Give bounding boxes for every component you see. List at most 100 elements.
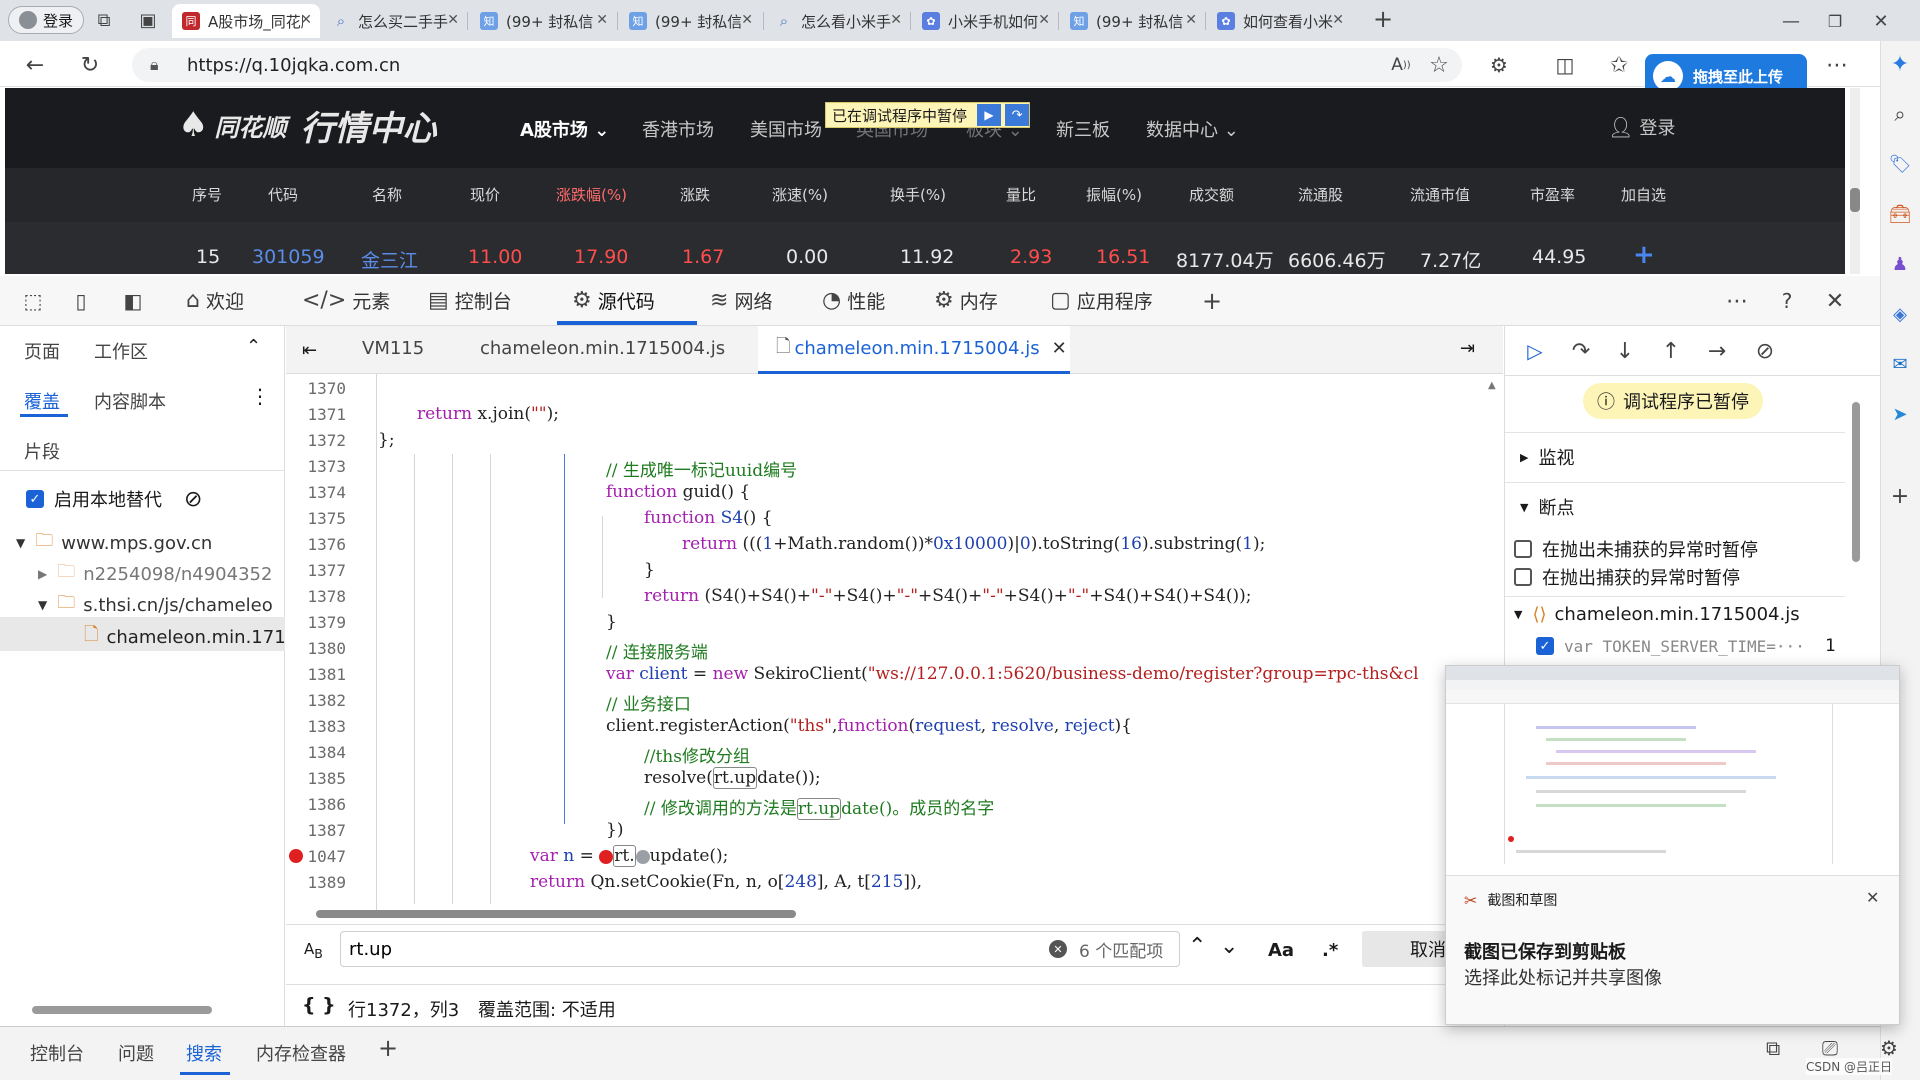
tree-item[interactable]: ▼ 🗀︎ www.mps.gov.cn <box>16 528 212 558</box>
next-match-icon[interactable]: ⌄ <box>1220 934 1238 959</box>
find-input-box[interactable]: ✕ 6 个匹配项 <box>340 931 1180 967</box>
col-amplitude[interactable]: 振幅(%) <box>1086 184 1142 205</box>
refresh-icon[interactable]: ↻ <box>73 48 107 82</box>
tools-icon[interactable]: 🧰︎ <box>1884 198 1916 230</box>
col-float-shares[interactable]: 流通股 <box>1298 184 1343 205</box>
tree-item[interactable]: ▼ 🗀︎ s.thsi.cn/js/chameleo <box>38 590 283 620</box>
scroll-up-icon[interactable]: ▲ <box>1488 380 1496 391</box>
override-checkbox[interactable]: ✓ <box>26 490 44 508</box>
drawer-tab-search[interactable]: 搜索 <box>186 1040 222 1066</box>
tab-application[interactable]: ▢ 应用程序 <box>1050 287 1153 314</box>
close-devtools-icon[interactable]: ✕ <box>1820 286 1850 316</box>
tab-memory[interactable]: ⚙ 内存 <box>934 287 998 314</box>
row-code[interactable]: 301059 <box>252 246 325 268</box>
site-login[interactable]: 👤︎ 登录 <box>1608 114 1675 140</box>
tab-console[interactable]: ▤ 控制台 <box>428 287 512 314</box>
replace-toggle-icon[interactable]: AB <box>304 940 323 961</box>
breakpoint-file[interactable]: ▼ ⟨⟩ chameleon.min.1715004.js <box>1514 604 1800 625</box>
regex-button[interactable]: .* <box>1322 940 1338 961</box>
tree-item[interactable]: ▶ 🗀︎ n2254098/n4904352 <box>38 559 272 589</box>
breakpoint-entry[interactable]: ✓ var TOKEN_SERVER_TIME=··· 1 <box>1536 636 1836 656</box>
back-icon[interactable]: ← <box>18 48 52 82</box>
site-logo[interactable]: ♠ 同花顺 行情中心 <box>178 100 436 150</box>
tab-elements[interactable]: </> 元素 <box>302 287 390 314</box>
tab-sources[interactable]: ⚙ 源代码 <box>572 287 655 314</box>
col-float-cap[interactable]: 流通市值 <box>1410 184 1470 205</box>
tab-7[interactable]: 知 (99+ 封私信 / 5 ✕ <box>1060 4 1205 38</box>
line-number[interactable]: 1387 <box>286 821 346 840</box>
enable-local-overrides[interactable]: ✓ 启用本地替代 ⊘ <box>26 486 202 512</box>
tab-welcome[interactable]: ⌂ 欢迎 <box>186 287 244 314</box>
pretty-print-button[interactable]: { } <box>302 994 336 1016</box>
line-number[interactable]: 1389 <box>286 873 346 892</box>
send-icon[interactable]: ➤ <box>1884 398 1916 430</box>
toggle-navigator-icon[interactable]: ⇤ <box>302 340 317 361</box>
favorite-star-icon[interactable]: ☆ <box>1424 50 1454 80</box>
line-number[interactable]: 1375 <box>286 509 346 528</box>
dock-drawer-icon[interactable]: ⧉ <box>1766 1036 1780 1060</box>
more-icon[interactable]: ⋯ <box>1822 50 1852 80</box>
line-number[interactable]: 1047 <box>286 847 346 866</box>
nav-tab-content-scripts[interactable]: 内容脚本 <box>94 388 166 414</box>
nav-hk[interactable]: 香港市场 <box>642 116 714 142</box>
add-drawer-tab-icon[interactable]: + <box>378 1034 398 1062</box>
col-turnover[interactable]: 换手(%) <box>890 184 946 205</box>
pause-caught-option[interactable]: 在抛出捕获的异常时暂停 <box>1514 564 1740 590</box>
line-number[interactable]: 1385 <box>286 769 346 788</box>
tab-network[interactable]: ≋ 网络 <box>710 287 772 314</box>
step-into-icon[interactable]: ↓ <box>1608 334 1642 368</box>
tab-ths[interactable]: 同 A股市场_同花顺 ✕ <box>172 4 320 38</box>
close-tab-icon[interactable]: ✕ <box>1185 12 1197 28</box>
close-editor-tab-icon[interactable]: ✕ <box>1052 338 1067 359</box>
row-name[interactable]: 金三江 <box>361 246 418 273</box>
device-emulation-icon[interactable]: ▯ <box>66 286 96 316</box>
line-number[interactable]: 1371 <box>286 405 346 424</box>
nav-tab-workspace[interactable]: 工作区 <box>94 338 148 364</box>
split-screen-icon[interactable]: ◫ <box>1550 50 1580 80</box>
line-number[interactable]: 1386 <box>286 795 346 814</box>
workspaces-icon[interactable]: ⧉ <box>90 6 118 34</box>
col-pe[interactable]: 市盈率 <box>1530 184 1575 205</box>
nav-tab-page[interactable]: 页面 <box>24 338 60 364</box>
inspect-icon[interactable]: ⬚ <box>18 286 48 316</box>
profile-button[interactable]: 登录 <box>8 6 85 34</box>
drawer-tab-issues[interactable]: 问题 <box>118 1040 154 1066</box>
more-tools-icon[interactable]: + <box>1197 286 1227 316</box>
clear-overrides-icon[interactable]: ⊘ <box>184 487 202 512</box>
more-nav-icon[interactable]: ⋮ <box>250 384 270 408</box>
close-tab-icon[interactable]: ✕ <box>890 12 902 28</box>
step-icon[interactable]: → <box>1700 334 1734 368</box>
tab-5[interactable]: ⌕ 怎么看小米手机 ✕ <box>765 4 910 38</box>
restore-icon[interactable]: ❐ <box>1820 6 1850 36</box>
watch-section[interactable]: ▶ 监视 <box>1520 444 1574 470</box>
screen-icon[interactable]: ⎚ <box>1822 1036 1838 1060</box>
col-amount[interactable]: 成交额 <box>1189 184 1234 205</box>
close-notification-icon[interactable]: ✕ <box>1866 888 1879 907</box>
tree-item-selected[interactable]: 🗋︎ chameleon.min.171 <box>84 622 284 652</box>
close-tab-icon[interactable]: ✕ <box>1038 12 1050 28</box>
nav-tab-overrides[interactable]: 覆盖 <box>24 388 60 414</box>
step-over-icon[interactable]: ↷ <box>1005 104 1030 126</box>
vertical-tabs-icon[interactable]: ▣ <box>134 6 162 34</box>
url-field[interactable]: 🔒︎ https://q.10jqka.com.cn <box>132 48 1462 82</box>
code-editor[interactable] <box>286 374 1503 914</box>
close-tab-icon[interactable]: ✕ <box>1332 12 1344 28</box>
line-number[interactable]: 1377 <box>286 561 346 580</box>
collapse-icon[interactable]: ⌃ <box>246 336 261 357</box>
line-number[interactable]: 1376 <box>286 535 346 554</box>
nav-us[interactable]: 美国市场 <box>750 116 822 142</box>
nav-a-share[interactable]: A股市场 ⌄ <box>520 116 609 142</box>
clear-search-icon[interactable]: ✕ <box>1049 940 1067 958</box>
line-number[interactable]: 1381 <box>286 665 346 684</box>
devtools-menu-icon[interactable]: ⋯ <box>1722 286 1752 316</box>
editor-tab-chameleon-active[interactable]: 🗋︎ chameleon.min.1715004.js ✕ <box>758 326 1070 374</box>
office-icon[interactable]: ◈ <box>1884 298 1916 330</box>
prev-match-icon[interactable]: ⌃ <box>1188 934 1206 959</box>
tab-6[interactable]: ✿ 小米手机如何查 ✕ <box>912 4 1058 38</box>
favorites-icon[interactable]: ✩ <box>1604 50 1634 80</box>
snip-thumbnail[interactable] <box>1446 666 1899 876</box>
line-number[interactable]: 1384 <box>286 743 346 762</box>
tab-performance[interactable]: ◔ 性能 <box>822 287 885 314</box>
col-speed[interactable]: 涨速(%) <box>772 184 828 205</box>
editor-tab-chameleon-1[interactable]: chameleon.min.1715004.js <box>480 338 725 359</box>
